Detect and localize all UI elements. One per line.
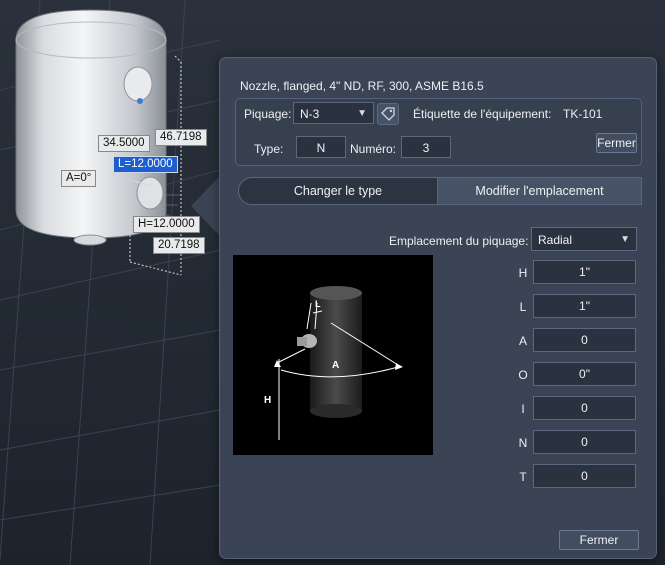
nozzle-dialog: Nozzle, flanged, 4" ND, RF, 300, ASME B1… [219,57,657,559]
param-label-i: I [521,402,525,416]
param-input-n[interactable]: 0 [533,430,636,454]
preview-label-a: A [332,360,339,371]
param-input-i[interactable]: 0 [533,396,636,420]
param-input-h[interactable]: 1" [533,260,636,284]
emplacement-select[interactable]: Radial ▼ [531,227,637,251]
dimension-angle: A=0° [61,170,97,187]
piquage-select[interactable]: N-3 ▼ [293,102,374,124]
piquage-label: Piquage: [244,107,292,121]
tag-icon [381,107,395,121]
param-input-a[interactable]: 0 [533,328,636,352]
dimension-input-l[interactable]: L=12.0000 [113,156,178,173]
nozzle-identity-group: Piquage: N-3 ▼ Étiquette de l'équipement… [235,98,642,166]
dimension-34-5: 34.5000 [98,135,150,152]
emplacement-select-value: Radial [538,233,573,247]
param-label-n: N [518,436,528,450]
param-label-a: A [518,334,527,348]
numero-label: Numéro: [350,142,397,156]
param-label-h: H [518,266,528,280]
param-label-t: T [519,470,527,484]
tab-bar: Changer le type Modifier l'emplacement [238,177,642,205]
preview-drawing: L A H [264,286,403,440]
dialog-title: Nozzle, flanged, 4" ND, RF, 300, ASME B1… [240,79,484,93]
preview-label-h: H [264,395,271,406]
fermer-small-button[interactable]: Fermer [596,133,637,153]
param-input-l[interactable]: 1" [533,294,636,318]
preview-cylinder [310,293,362,411]
numero-input[interactable]: 3 [401,136,451,158]
dimension-46-7: 46.7198 [155,129,207,146]
dialog-pointer [191,176,220,236]
param-input-t[interactable]: 0 [533,464,636,488]
equipment-tag-value: TK-101 [563,107,603,121]
emplacement-label: Emplacement du piquage: [389,234,529,248]
dimension-h: H=12.0000 [133,216,200,233]
tank-body [15,9,167,246]
piquage-select-value: N-3 [300,107,320,121]
param-input-o[interactable]: 0" [533,362,636,386]
chevron-down-icon: ▼ [620,234,630,245]
param-label-o: O [518,368,528,382]
type-label: Type: [254,142,284,156]
param-label-l: L [519,300,527,314]
equipment-tag-label: Étiquette de l'équipement: [413,107,552,121]
dimension-20-7: 20.7198 [153,237,205,254]
tag-button[interactable] [377,103,399,125]
tab-modifier-emplacement[interactable]: Modifier l'emplacement [438,177,642,205]
preview-label-l: L [315,299,321,309]
fermer-button[interactable]: Fermer [559,530,639,550]
chevron-down-icon: ▼ [357,108,367,119]
nozzle-preview-image: L A H [233,255,433,455]
tab-changer-le-type[interactable]: Changer le type [238,177,438,205]
type-input[interactable]: N [296,136,346,158]
